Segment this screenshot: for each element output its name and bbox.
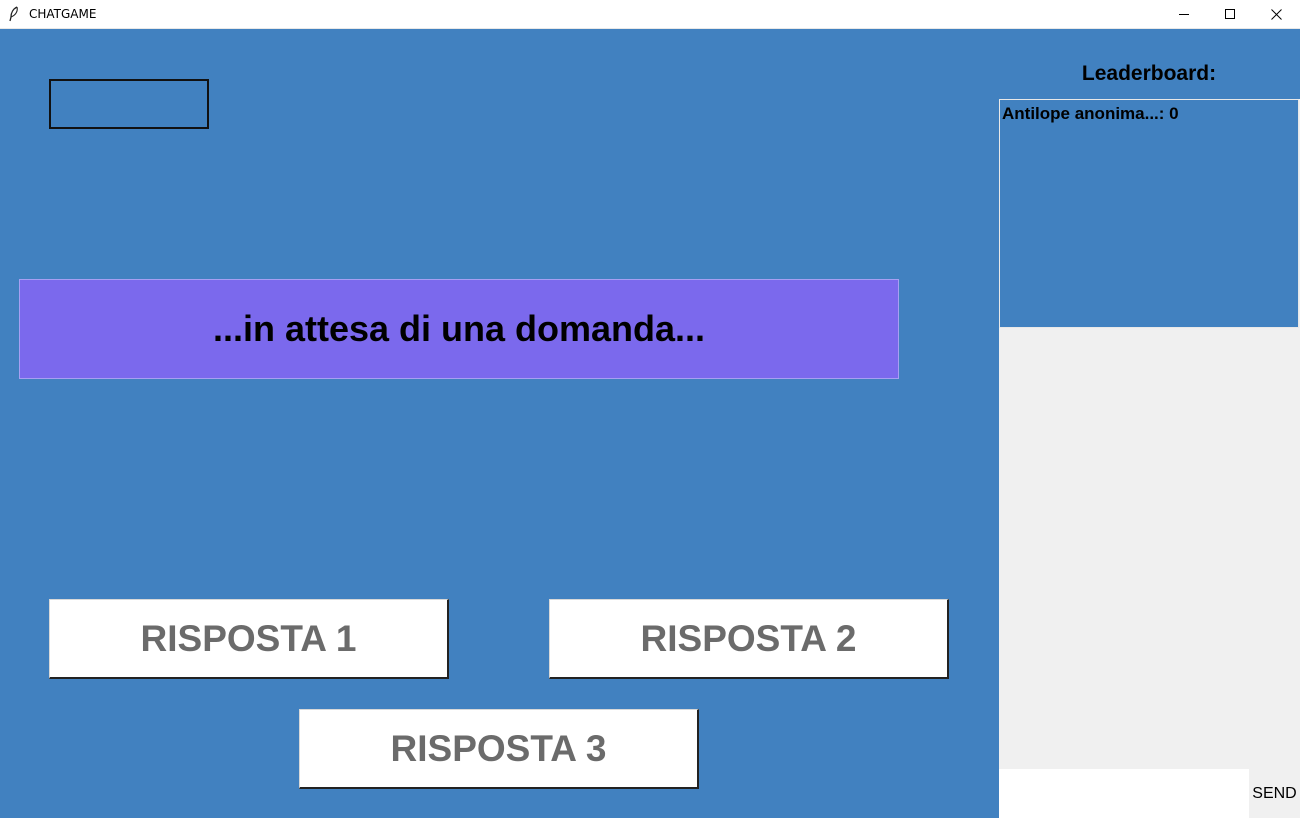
- answer-button-3[interactable]: RISPOSTA 3: [299, 709, 699, 789]
- close-icon: [1270, 9, 1282, 20]
- answer-button-2[interactable]: RISPOSTA 2: [549, 599, 949, 679]
- leaderboard-header: Leaderboard:: [999, 29, 1300, 99]
- leaderboard-title: Leaderboard:: [1081, 62, 1217, 85]
- game-area: ...in attesa di una domanda... RISPOSTA …: [0, 29, 999, 818]
- question-label: ...in attesa di una domanda...: [19, 279, 899, 379]
- feather-icon: [9, 6, 18, 22]
- close-button[interactable]: [1253, 0, 1299, 29]
- timer-box: [49, 79, 209, 129]
- send-button[interactable]: SEND: [1249, 769, 1300, 818]
- maximize-icon: [1224, 9, 1235, 19]
- leaderboard-entry: Antilope anonima...: 0: [1002, 104, 1179, 123]
- minimize-button[interactable]: [1161, 0, 1207, 29]
- maximize-button[interactable]: [1207, 0, 1253, 29]
- leaderboard-list[interactable]: Antilope anonima...: 0: [999, 99, 1299, 328]
- window-title: CHATGAME: [29, 7, 97, 21]
- title-bar: CHATGAME: [0, 0, 1300, 29]
- minimize-icon: [1178, 14, 1189, 15]
- chat-input[interactable]: [999, 769, 1249, 818]
- sidebar: Leaderboard: Antilope anonima...: 0 SEND: [999, 29, 1300, 818]
- answer-button-1[interactable]: RISPOSTA 1: [49, 599, 449, 679]
